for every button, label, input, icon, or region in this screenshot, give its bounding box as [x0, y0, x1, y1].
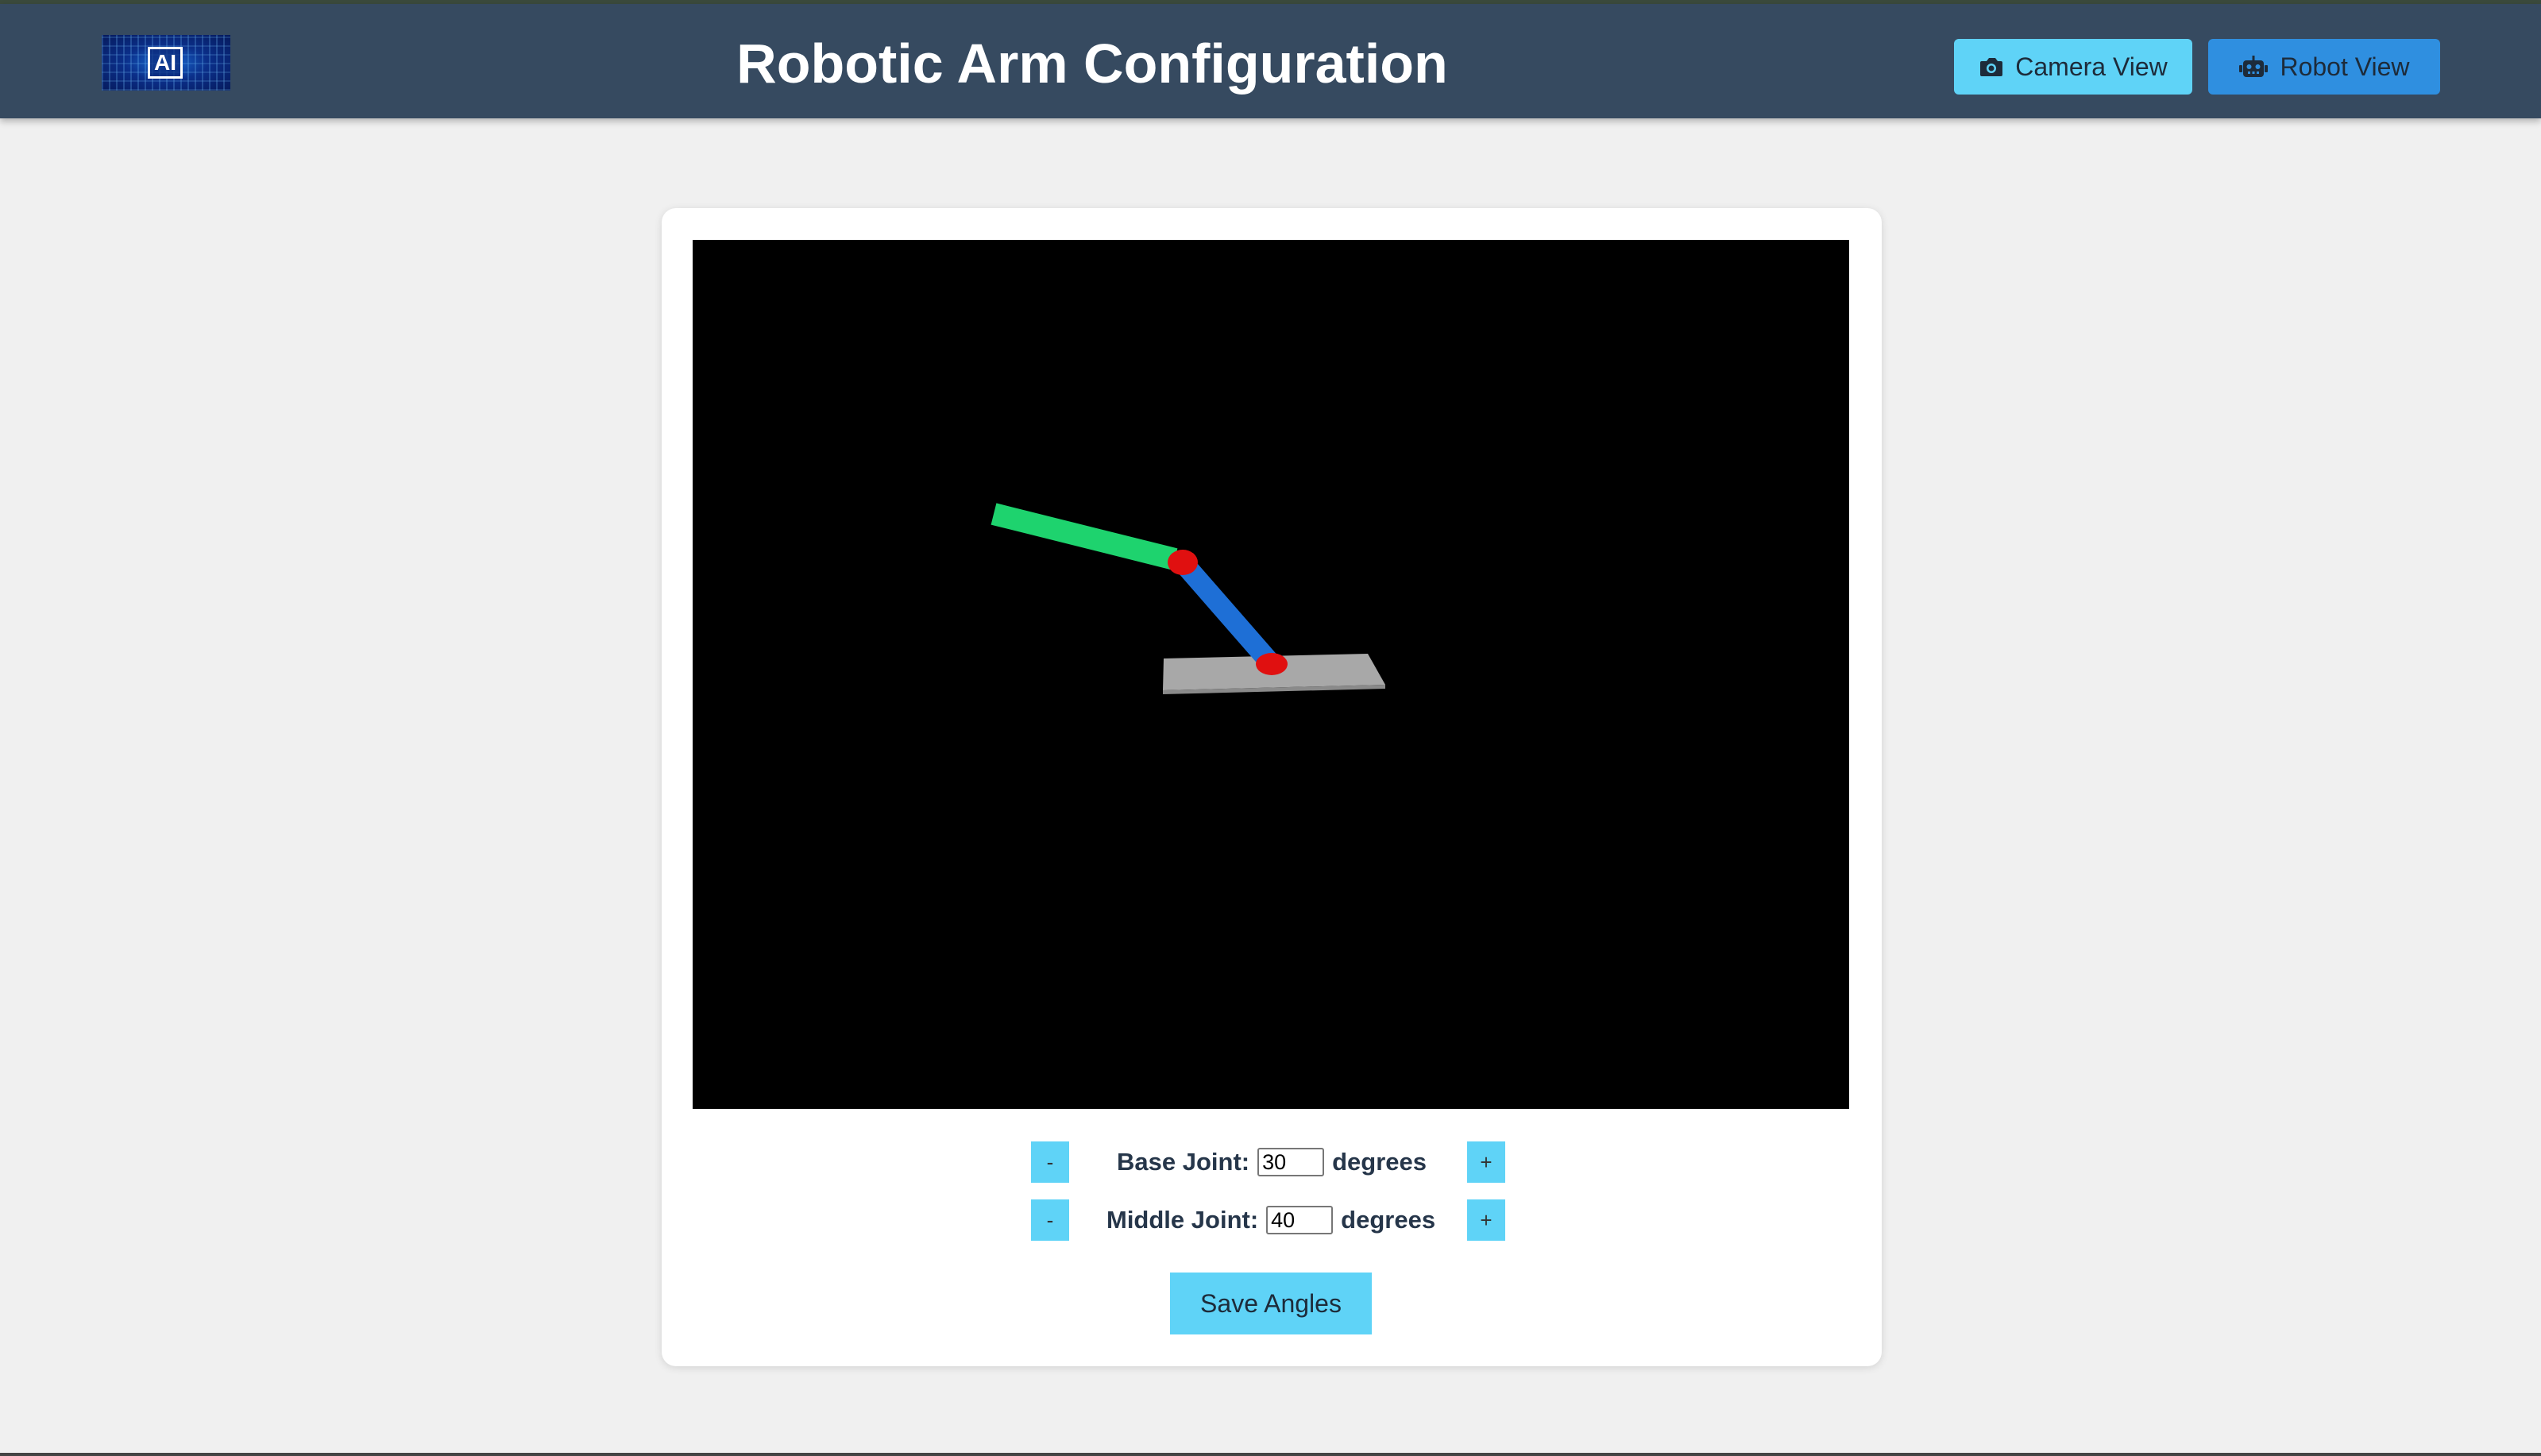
arm-lower-segment — [1172, 552, 1280, 673]
ai-logo: AI — [102, 35, 230, 91]
middle-joint-control: Middle Joint: degrees — [1106, 1199, 1435, 1241]
base-joint-decrease-button[interactable]: - — [1031, 1141, 1069, 1183]
middle-joint-increase-button[interactable]: + — [1467, 1199, 1505, 1241]
page-title: Robotic Arm Configuration — [736, 33, 1448, 95]
robot-view-label: Robot View — [2280, 52, 2410, 81]
middle-joint-decrease-button[interactable]: - — [1031, 1199, 1069, 1241]
base-joint-label: Base Joint: — [1117, 1148, 1250, 1176]
app-header: AI Robotic Arm Configuration Camera View — [0, 4, 2541, 118]
camera-icon — [1979, 56, 2004, 78]
bottom-border — [0, 1453, 2541, 1456]
base-joint-control: Base Joint: degrees — [1117, 1141, 1427, 1183]
camera-view-button[interactable]: Camera View — [1954, 39, 2192, 95]
camera-view-label: Camera View — [2015, 52, 2168, 81]
middle-joint — [1168, 550, 1198, 575]
robot-icon — [2238, 55, 2269, 79]
base-joint-unit: degrees — [1332, 1148, 1427, 1176]
save-angles-button[interactable]: Save Angles — [1170, 1273, 1372, 1334]
robot-view-button[interactable]: Robot View — [2208, 39, 2440, 95]
middle-joint-unit: degrees — [1341, 1206, 1436, 1234]
base-joint-increase-button[interactable]: + — [1467, 1141, 1505, 1183]
logo-text: AI — [148, 47, 183, 79]
arm-upper-segment — [991, 503, 1178, 570]
robot-3d-viewport[interactable] — [693, 240, 1849, 1109]
base-joint-input[interactable] — [1257, 1148, 1325, 1176]
base-joint — [1256, 653, 1288, 675]
middle-joint-label: Middle Joint: — [1106, 1206, 1259, 1234]
middle-joint-input[interactable] — [1266, 1206, 1334, 1234]
